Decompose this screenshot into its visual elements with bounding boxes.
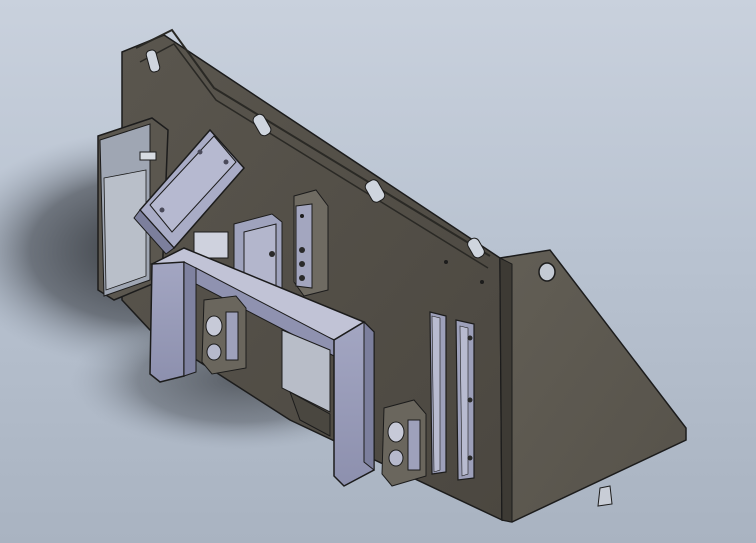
cad-viewport[interactable] <box>0 0 756 543</box>
lower-left-hinge <box>201 295 247 375</box>
right-gusset <box>499 249 687 523</box>
cad-model-render <box>0 28 687 523</box>
lower-right-hinge <box>381 399 427 487</box>
